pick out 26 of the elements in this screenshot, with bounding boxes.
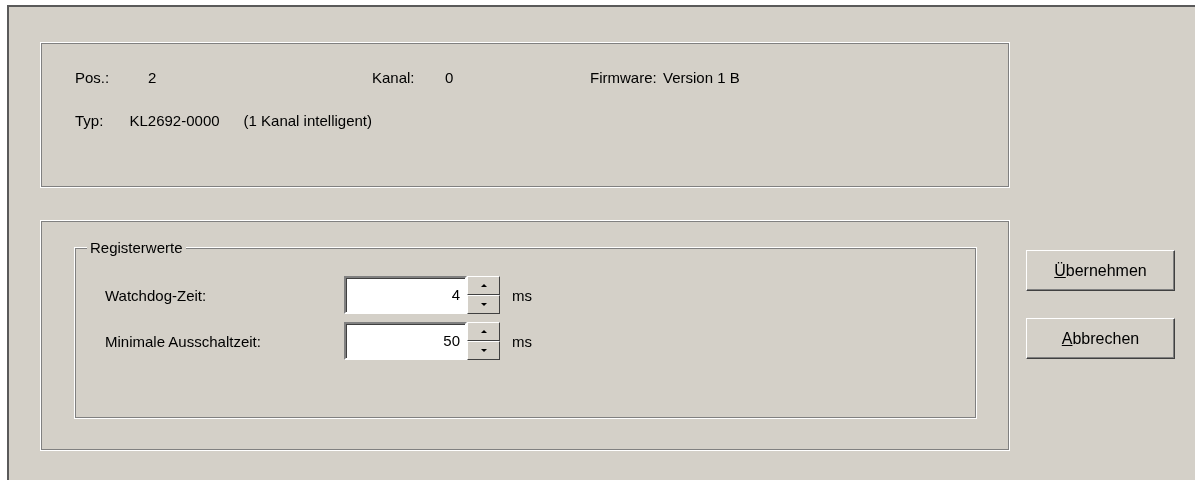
number-field[interactable]: 50 (344, 322, 467, 360)
group-title: Registerwerte (87, 239, 186, 257)
down-arrow-icon (480, 349, 487, 352)
info-value: 0 (445, 69, 454, 86)
info-label: Pos.: (75, 69, 111, 86)
field-label: Minimale Ausschaltzeit: (105, 332, 262, 350)
up-arrow-icon (480, 330, 487, 333)
spin-up-button[interactable] (467, 322, 500, 341)
info-value: KL2692-0000 (129, 112, 220, 129)
info-note: (1 Kanal intelligent) (243, 112, 372, 129)
unit-label: ms (512, 332, 532, 350)
up-arrow-icon (480, 284, 487, 287)
info-label: Firmware: (590, 69, 658, 86)
unit-label: ms (512, 286, 532, 304)
info-value: Version 1 B (663, 69, 740, 86)
field-label: Watchdog-Zeit: (105, 286, 208, 304)
number-field[interactable]: 4 (344, 276, 467, 314)
spin-up-button[interactable] (467, 276, 500, 295)
spin-down-button[interactable] (467, 341, 500, 360)
info-label: Kanal: (372, 69, 416, 86)
spin-down-button[interactable] (467, 295, 500, 314)
dialog-button[interactable]: Übernehmen (1026, 250, 1175, 291)
info-label: Typ: (75, 112, 105, 129)
dialog-button[interactable]: Abbrechen (1026, 318, 1175, 359)
down-arrow-icon (480, 303, 487, 306)
info-value: 2 (148, 69, 157, 86)
